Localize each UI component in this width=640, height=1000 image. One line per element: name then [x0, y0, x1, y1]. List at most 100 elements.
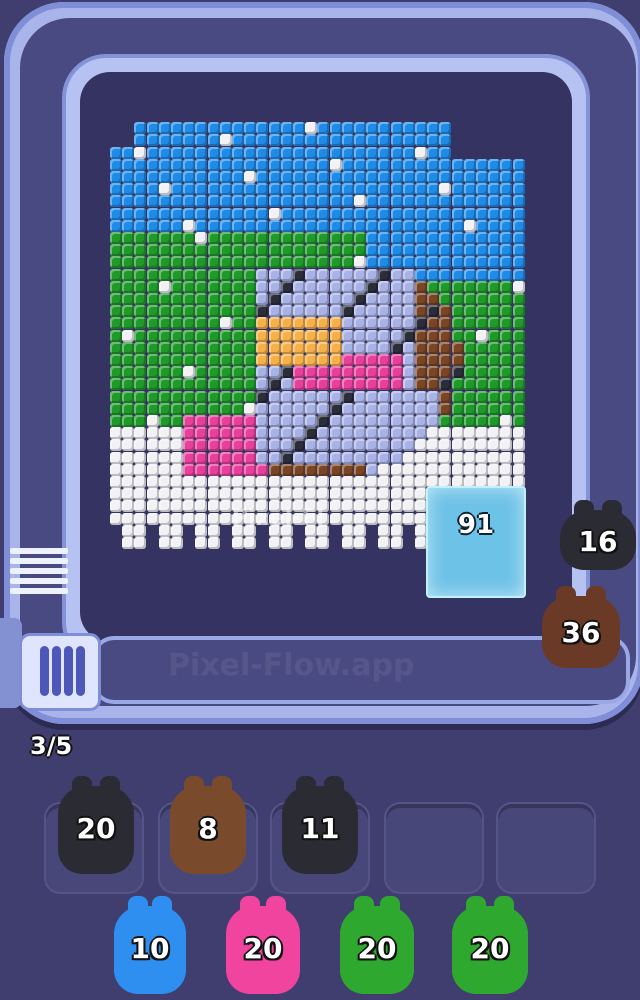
pixel-block [451, 268, 464, 281]
pixel-block [122, 280, 135, 293]
pixel-block [195, 219, 208, 232]
pixel-block [280, 537, 293, 549]
pixel-block [110, 341, 122, 354]
pixel-block [232, 329, 244, 342]
pixel-block [232, 122, 244, 135]
pixel-block [146, 378, 159, 391]
pixel-block [305, 207, 318, 220]
pixel-block [146, 390, 159, 403]
pixel-block [500, 329, 513, 342]
pixel-block [500, 402, 513, 415]
pixel-block [439, 256, 452, 269]
pixel-block [476, 341, 488, 354]
pixel-block [329, 366, 342, 379]
belt-shooter-black[interactable]: 16 [560, 498, 636, 570]
pixel-block [171, 500, 183, 513]
queue-shooter-green[interactable]: 20 [340, 894, 414, 994]
pixel-block [122, 537, 135, 549]
pixel-block [341, 293, 354, 305]
slot-shooter-black[interactable]: 20 [58, 774, 134, 874]
pixel-block [195, 378, 208, 391]
pixel-block [195, 354, 208, 366]
pixel-block [390, 537, 403, 549]
pixel-block [463, 415, 476, 427]
pixel-block [158, 488, 171, 501]
pixel-block [244, 451, 257, 464]
slot-shooter-black[interactable]: 11 [282, 774, 358, 874]
pixel-block [354, 354, 366, 366]
pixel-block [134, 232, 147, 244]
shooter-count: 10 [130, 932, 170, 965]
pixel-block [305, 476, 318, 488]
pixel-block [390, 451, 403, 464]
pixel-block [171, 415, 183, 427]
pixel-block [439, 134, 452, 147]
pixel-block [110, 439, 122, 452]
queue-counter: 3/5 [30, 732, 73, 760]
pixel-block [195, 146, 208, 159]
pixel-block [488, 378, 501, 391]
pixel-block [110, 305, 122, 318]
pixel-block [439, 232, 452, 244]
waiting-slot-empty[interactable] [498, 804, 594, 892]
pixel-block [378, 232, 391, 244]
pixel-block [232, 305, 244, 318]
pixel-block [171, 451, 183, 464]
pixel-block [366, 183, 379, 196]
pixel-block [219, 402, 232, 415]
pixel-block [378, 183, 391, 196]
pixel-block [390, 378, 403, 391]
pixel-block [427, 134, 440, 147]
pixel-block [158, 280, 171, 293]
pixel-block [354, 378, 366, 391]
pixel-block [158, 293, 171, 305]
queue-shooter-green[interactable]: 20 [452, 894, 528, 994]
pixel-block [268, 122, 281, 135]
pixel-block [354, 390, 366, 403]
pixel-block [293, 390, 305, 403]
pixel-block [378, 427, 391, 440]
pixel-block [183, 402, 196, 415]
pixel-block [293, 488, 305, 501]
pixel-block [354, 500, 366, 513]
slot-shooter-brown[interactable]: 8 [170, 774, 246, 874]
pixel-block [256, 134, 269, 147]
pixel-block [110, 390, 122, 403]
pixel-block [134, 463, 147, 476]
pixel-block [280, 402, 293, 415]
pixel-block [366, 171, 379, 183]
pixel-block [219, 451, 232, 464]
pixel-block [232, 171, 244, 183]
pixel-block [305, 256, 318, 269]
pixel-block [171, 158, 183, 171]
pixel-block [476, 195, 488, 208]
queue-shooter-pink[interactable]: 20 [226, 894, 300, 994]
pixel-block [146, 256, 159, 269]
pixel-block [390, 195, 403, 208]
pixel-block [280, 171, 293, 183]
pixel-block [158, 219, 171, 232]
pixel-block [158, 537, 171, 549]
pixel-block [134, 341, 147, 354]
pixel-block [451, 415, 464, 427]
queue-shooter-blue[interactable]: 10 [114, 894, 186, 994]
pixel-block [402, 146, 415, 159]
pixel-block [512, 439, 525, 452]
pixel-block [256, 488, 269, 501]
waiting-slot-empty[interactable] [386, 804, 482, 892]
pixel-block [244, 256, 257, 269]
pixel-block [512, 329, 525, 342]
pixel-block [195, 293, 208, 305]
pixel-block [268, 195, 281, 208]
pixel-block [244, 232, 257, 244]
pixel-block [402, 329, 415, 342]
belt-shooter-brown[interactable]: 36 [542, 584, 620, 668]
pixel-block [195, 158, 208, 171]
pixel-block [451, 280, 464, 293]
pixel-block [207, 329, 220, 342]
pixel-block [232, 439, 244, 452]
pixel-block [427, 415, 440, 427]
pixel-block [415, 146, 427, 159]
pixel-block [317, 378, 330, 391]
pixel-block [390, 134, 403, 147]
